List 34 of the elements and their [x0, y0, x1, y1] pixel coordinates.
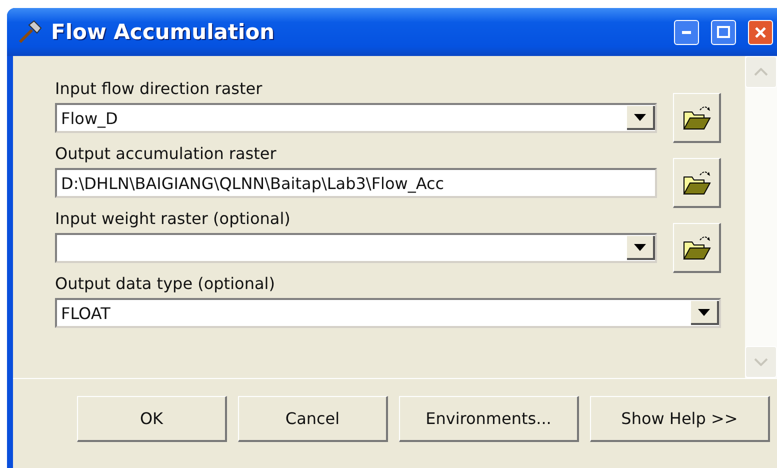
maximize-icon: [717, 26, 730, 38]
dropdown-arrow-icon: [634, 114, 646, 120]
dialog-button[interactable]: Environments...: [399, 396, 579, 442]
dropdown-button[interactable]: [627, 106, 655, 130]
dropdown-field[interactable]: [55, 233, 657, 263]
field-label: Output data type (optional): [55, 273, 276, 295]
close-button[interactable]: [748, 20, 773, 44]
dialog-button[interactable]: OK: [77, 396, 227, 442]
field-label: Output accumulation raster: [55, 143, 278, 165]
dialog-button[interactable]: Show Help >>: [590, 396, 770, 442]
dropdown-button[interactable]: [627, 236, 655, 260]
dropdown-button[interactable]: [691, 301, 719, 325]
browse-button[interactable]: [673, 158, 721, 208]
dropdown-field[interactable]: FLOAT: [55, 298, 721, 328]
browse-button[interactable]: [673, 223, 721, 273]
dropdown-arrow-icon: [634, 244, 646, 250]
input-field[interactable]: D:\DHLN\BAIGIANG\QLNN\Baitap\Lab3\Flow_Acc: [55, 168, 657, 198]
folder-icon: [682, 234, 712, 262]
minimize-icon: [682, 30, 691, 34]
folder-icon: [682, 104, 712, 132]
dialog-button[interactable]: Cancel: [238, 396, 388, 442]
window-title: Flow Accumulation: [51, 20, 276, 44]
dropdown-arrow-icon: [698, 308, 710, 316]
field-label: Input flow direction raster: [55, 78, 264, 100]
maximize-button[interactable]: [711, 20, 736, 44]
folder-icon: [682, 168, 712, 196]
minimize-button[interactable]: [674, 20, 699, 44]
close-icon: [754, 26, 767, 38]
chevron-down-icon: [754, 358, 768, 366]
chevron-up-icon: [754, 68, 768, 76]
dropdown-field[interactable]: Flow_D: [55, 103, 657, 133]
field-label: Input weight raster (optional): [55, 208, 292, 230]
browse-button[interactable]: [673, 93, 721, 143]
hammer-icon: [17, 19, 43, 45]
